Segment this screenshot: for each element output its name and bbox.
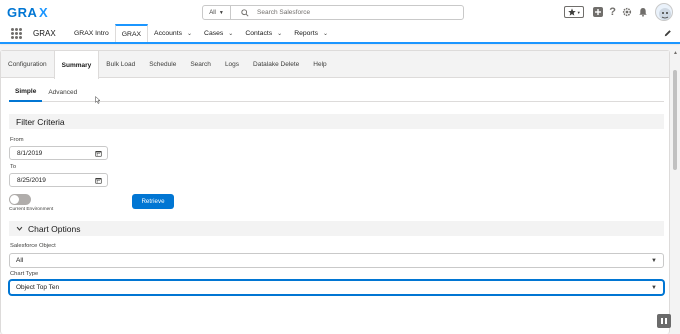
from-date-value: 8/1/2019	[17, 149, 43, 157]
toggle-knob	[10, 195, 19, 204]
subtab-advanced[interactable]: Advanced	[42, 83, 83, 102]
tab-summary[interactable]: Summary	[53, 51, 100, 79]
tab-logs[interactable]: Logs	[218, 51, 246, 78]
chevron-down-icon: ▼	[218, 9, 224, 16]
global-header: GRA X All ▼ Search Salesforce ▼ ?	[0, 0, 680, 24]
global-search[interactable]: All ▼ Search Salesforce	[202, 5, 464, 20]
to-date-input[interactable]: 8/25/2019	[9, 173, 108, 187]
svg-text:GRA: GRA	[7, 5, 38, 19]
nav-item-grax-intro[interactable]: GRAX Intro	[68, 24, 115, 42]
from-date-input[interactable]: 8/1/2019	[9, 146, 108, 160]
search-scope-label: All	[209, 9, 216, 16]
nav-item-label: Reports	[294, 29, 318, 37]
search-icon	[241, 8, 249, 17]
retrieve-button[interactable]: Retrieve	[132, 194, 174, 209]
dropdown-arrow-icon: ▼	[651, 258, 657, 264]
grax-app-content: Configuration Summary Bulk Load Schedule Sea…	[0, 50, 670, 334]
subtab-simple[interactable]: Simple	[9, 83, 43, 102]
current-environment-toggle[interactable]	[9, 194, 31, 205]
nav-item-grax[interactable]: GRAX	[114, 24, 149, 42]
salesforce-object-value: All	[16, 257, 24, 264]
nav-item-label: GRAX Intro	[74, 29, 109, 37]
main-tabs: Configuration Summary Bulk Load Schedule Sea…	[1, 51, 669, 79]
page-scrollbar[interactable]: ▲	[672, 48, 679, 334]
chart-type-label: Chart Type	[10, 271, 39, 277]
favorites-button[interactable]: ▼	[564, 6, 585, 18]
setup-button[interactable]	[622, 7, 632, 17]
grax-logo[interactable]: GRA X	[7, 5, 53, 19]
summary-subtabs: Simple Advanced	[9, 83, 664, 102]
tab-help[interactable]: Help	[306, 51, 333, 78]
add-icon	[593, 7, 604, 17]
scroll-up-arrow-icon[interactable]: ▲	[672, 50, 679, 56]
chevron-down-icon[interactable]: ⌄	[323, 30, 328, 37]
nav-item-label: Accounts	[154, 29, 182, 37]
salesforce-object-select[interactable]: All ▼	[9, 253, 664, 268]
chevron-down-icon[interactable]: ⌄	[187, 30, 192, 37]
nav-item-accounts[interactable]: Accounts ⌄	[148, 24, 198, 42]
tab-configuration[interactable]: Configuration	[1, 51, 54, 78]
nav-item-reports[interactable]: Reports ⌄	[288, 24, 334, 42]
from-label: From	[10, 137, 24, 143]
notifications-button[interactable]	[638, 7, 648, 17]
nav-item-cases[interactable]: Cases ⌄	[198, 24, 239, 42]
tab-search[interactable]: Search	[183, 51, 218, 78]
nav-item-label: GRAX	[121, 30, 142, 38]
edit-nav-icon[interactable]	[664, 29, 672, 37]
header-icons: ▼ ?	[564, 3, 680, 21]
tab-datalake-delete[interactable]: Datalake Delete	[246, 51, 306, 78]
search-scope-dropdown[interactable]: All ▼	[203, 6, 231, 19]
scroll-thumb[interactable]	[673, 70, 677, 170]
nav-item-label: Cases	[204, 29, 224, 37]
star-icon	[568, 8, 576, 16]
chart-type-select[interactable]: Object Top Ten ▼	[9, 280, 664, 295]
mouse-cursor-icon	[95, 96, 101, 104]
chevron-down-icon: ▼	[576, 9, 581, 15]
chevron-down-icon	[16, 226, 23, 231]
calendar-icon[interactable]	[95, 150, 102, 157]
chart-type-value: Object Top Ten	[16, 284, 60, 291]
app-launcher-icon[interactable]	[11, 28, 22, 39]
nav-item-label: Contacts	[245, 29, 273, 37]
app-nav-bar: GRAX GRAX Intro GRAX Accounts ⌄ Cases ⌄ Contac…	[0, 24, 680, 44]
bell-icon	[639, 8, 647, 17]
salesforce-object-label: Salesforce Object	[10, 243, 56, 249]
filter-criteria-title: Filter Criteria	[16, 116, 65, 127]
current-environment-label: Current Environment	[9, 207, 54, 212]
to-label: To	[10, 164, 17, 170]
chevron-down-icon[interactable]: ⌄	[228, 30, 233, 37]
filter-criteria-header: Filter Criteria	[9, 114, 664, 129]
dropdown-arrow-icon: ▼	[651, 285, 657, 291]
tab-schedule[interactable]: Schedule	[142, 51, 183, 78]
global-actions-button[interactable]	[593, 7, 604, 17]
gear-icon	[622, 7, 632, 17]
nav-item-contacts[interactable]: Contacts ⌄	[239, 24, 288, 42]
chevron-down-icon[interactable]: ⌄	[277, 30, 282, 37]
calendar-icon[interactable]	[95, 177, 102, 184]
chart-options-title: Chart Options	[28, 223, 81, 234]
tab-bulk-load[interactable]: Bulk Load	[99, 51, 142, 78]
search-input[interactable]: Search Salesforce	[257, 9, 310, 16]
pause-button[interactable]	[657, 314, 671, 328]
svg-text:X: X	[39, 5, 48, 19]
help-icon: ?	[609, 6, 616, 18]
to-date-value: 8/25/2019	[17, 176, 46, 184]
help-button[interactable]: ?	[609, 6, 616, 18]
app-name: GRAX	[33, 29, 56, 38]
avatar[interactable]	[655, 3, 673, 21]
nav-items: GRAX Intro GRAX Accounts ⌄ Cases ⌄ Contacts ⌄ Re…	[68, 24, 334, 42]
chart-options-header[interactable]: Chart Options	[9, 221, 664, 236]
